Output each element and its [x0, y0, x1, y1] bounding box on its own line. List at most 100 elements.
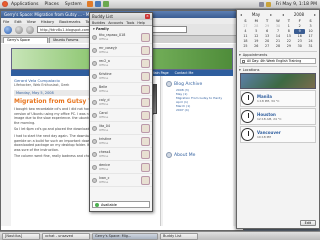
nav-contact-link[interactable]: Contact Me	[175, 71, 194, 75]
prev-month-icon[interactable]: ◂	[240, 12, 242, 17]
calendar-popup: ◂ May ▸ ◂ 2008 ▸ S M T W T F S 27 28 29 30 1 2 3 4 5 6 7 8…	[236, 9, 320, 229]
clock-face-icon	[241, 92, 254, 105]
network-icon[interactable]	[258, 1, 264, 7]
buddy-avatar-icon	[141, 162, 150, 172]
calendar-month: May	[251, 11, 261, 17]
buddy-name: caly_d Offline	[97, 98, 141, 106]
prev-year-icon[interactable]: ◂	[282, 12, 284, 17]
blog-sidebar: Blog Archive 2008 (3) May (1) Migration …	[163, 76, 233, 226]
buddy-list-titlebar[interactable]: Buddy List ×	[90, 13, 152, 20]
buddy-name: denice Offline	[97, 163, 141, 171]
menu-accounts[interactable]: Accounts	[108, 21, 123, 25]
location-item[interactable]: Vancouver 10:18 PM	[240, 126, 316, 143]
location-item[interactable]: Manila 1:18 PM, 34 °C	[240, 90, 316, 107]
buddy-status: Offline	[99, 102, 109, 106]
locations-heading[interactable]: ▾ Locations	[239, 66, 317, 72]
menu-help[interactable]: Help	[137, 21, 145, 25]
about-icon	[166, 152, 172, 158]
buddy-name: lita_04 Offline	[97, 124, 141, 132]
edit-button[interactable]: Edit	[299, 220, 316, 226]
world-map	[240, 73, 316, 89]
top-panel: Applications Places System Fri May 9, 1:…	[0, 0, 320, 9]
tab-gerrys-space[interactable]: Gerry's Space	[3, 37, 48, 43]
buddy-list-window: Buddy List × Buddies Accounts Tools Help…	[89, 12, 153, 212]
menu-edit[interactable]: Edit	[14, 19, 21, 24]
bottom-panel: [Nautilus] xchat - unsaved Gerry's Space…	[0, 231, 320, 240]
terminal-launcher-icon[interactable]	[102, 1, 109, 7]
buddy-row[interactable]: caly_d Offline	[90, 96, 152, 109]
buddy-row[interactable]: Ivan_c Offline	[90, 174, 152, 187]
clock-face-icon	[241, 110, 254, 123]
panel-clock[interactable]: Fri May 9, 1:18 PM	[273, 2, 320, 7]
appointment-item[interactable]: All Day: 4th Week English Training	[240, 58, 316, 64]
buddy-avatar-icon	[141, 97, 150, 107]
menu-view[interactable]: View	[27, 19, 36, 24]
buddy-name: Carol Offline	[97, 111, 141, 119]
buddy-row[interactable]: chess4 Offline	[90, 148, 152, 161]
next-month-icon[interactable]: ▸	[270, 12, 272, 17]
calendar-day[interactable]: 27	[262, 44, 273, 49]
buddy-name: Ivan_c Offline	[97, 176, 141, 184]
location-list: Manila 1:18 PM, 34 °C Houston 12:18 AM, 24 …	[237, 90, 319, 143]
back-button[interactable]	[4, 25, 12, 34]
tab-ubuntu-forums[interactable]: Ubuntu Forums	[49, 37, 94, 43]
calendar-day[interactable]: 28	[273, 44, 284, 49]
firefox-launcher-icon[interactable]	[86, 1, 93, 7]
buddy-row[interactable]: tito_rapaso_018 Offline	[90, 31, 152, 44]
calendar-day[interactable]: 26	[251, 44, 262, 49]
calendar-day[interactable]: 25	[240, 44, 251, 49]
buddy-row[interactable]: mr_caseyjr Offline	[90, 44, 152, 57]
buddy-row[interactable]: Carol Offline	[90, 109, 152, 122]
buddy-status: Offline	[99, 154, 109, 158]
menu-system[interactable]: System	[62, 2, 85, 7]
next-year-icon[interactable]: ▸	[314, 12, 316, 17]
mail-launcher-icon[interactable]	[94, 1, 101, 7]
status-selector[interactable]: Available	[92, 201, 150, 208]
calendar-grid: S M T W T F S 27 28 29 30 1 2 3 4 5 6 7 8 9 10 11 12 13 14 15 16 17…	[240, 19, 316, 49]
menu-file[interactable]: File	[3, 19, 9, 24]
menu-places[interactable]: Places	[42, 2, 62, 7]
forward-button[interactable]	[15, 25, 23, 34]
menu-applications[interactable]: Applications	[8, 2, 42, 7]
buddy-status: Offline	[99, 128, 109, 132]
menu-history[interactable]: History	[41, 19, 55, 24]
menu-tools[interactable]: Tools	[126, 21, 134, 25]
location-time: 10:18 PM	[257, 135, 271, 139]
taskbar-item[interactable]: Buddy List	[160, 232, 198, 240]
buddy-status: Offline	[99, 89, 109, 93]
location-item[interactable]: Houston 12:18 AM, 24 °C	[240, 108, 316, 125]
buddy-status: Offline	[99, 76, 109, 80]
buddy-avatar-icon	[141, 149, 150, 159]
buddy-name: kristine Offline	[97, 137, 141, 145]
close-icon[interactable]: ×	[145, 14, 150, 19]
calendar-day[interactable]: 31	[305, 44, 316, 49]
buddy-status: Offline	[99, 115, 109, 119]
volume-icon[interactable]	[265, 1, 271, 7]
nav-main-page-link[interactable]: Main Page	[152, 71, 169, 75]
archive-heading: Blog Archive	[166, 81, 230, 87]
buddy-name: chess4 Offline	[97, 150, 141, 158]
calendar-day[interactable]: 30	[294, 44, 305, 49]
buddy-row[interactable]: Belle Offline	[90, 83, 152, 96]
appointment-checkbox[interactable]	[242, 59, 245, 63]
taskbar-item[interactable]: [Nautilus]	[2, 232, 40, 240]
reload-button[interactable]	[26, 25, 34, 34]
appointments-heading[interactable]: ▾ Appointments	[239, 51, 317, 57]
buddy-row[interactable]: rec2_a Offline	[90, 57, 152, 70]
taskbar-item[interactable]: xchat - unsaved	[42, 232, 90, 240]
buddy-row[interactable]: Kristine Offline	[90, 70, 152, 83]
menu-bookmarks[interactable]: Bookmarks	[59, 19, 80, 24]
about-heading: About Me	[166, 152, 230, 158]
menu-buddies[interactable]: Buddies	[92, 21, 105, 25]
buddy-status: Offline	[99, 37, 109, 41]
available-status-icon	[95, 202, 99, 207]
calendar-header: ◂ May ▸ ◂ 2008 ▸	[237, 10, 319, 18]
buddy-row[interactable]: denice Offline	[90, 161, 152, 174]
clock-face-icon	[241, 128, 254, 141]
taskbar-item[interactable]: Gerry's Space: Mig...	[92, 232, 158, 240]
archive-item[interactable]: 2007 (4)	[176, 108, 230, 112]
buddy-row[interactable]: kristine Offline	[90, 135, 152, 148]
calendar-day[interactable]: 29	[283, 44, 294, 49]
buddy-avatar-icon	[141, 136, 150, 146]
buddy-row[interactable]: lita_04 Offline	[90, 122, 152, 135]
